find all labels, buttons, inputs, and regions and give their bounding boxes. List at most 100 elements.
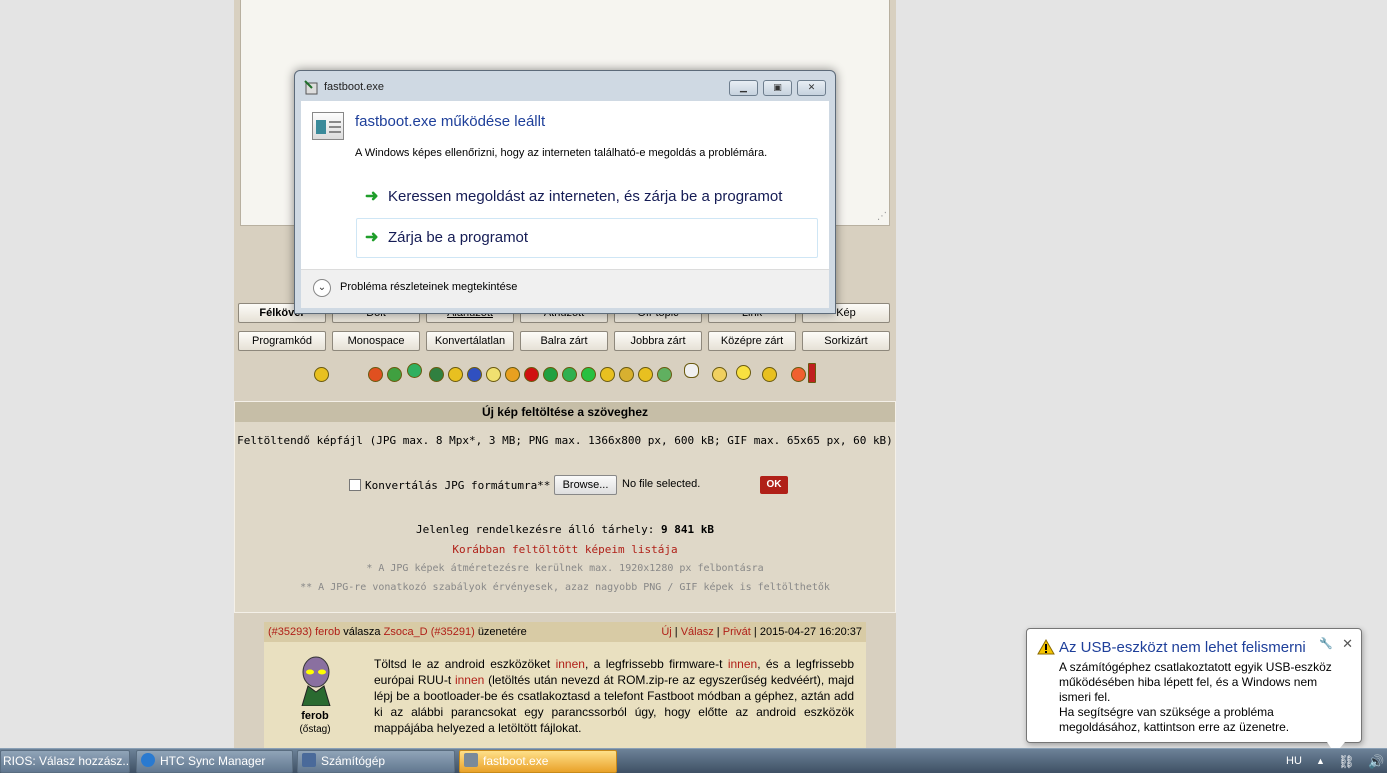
taskbar-item-htc-sync[interactable]: HTC Sync Manager [136, 750, 293, 773]
smiley-icon[interactable] [762, 367, 777, 382]
minimize-button[interactable]: ▁ [729, 80, 758, 96]
monospace-button[interactable]: Monospace [332, 331, 420, 351]
ruu-link[interactable]: innen [455, 673, 484, 687]
new-post-link[interactable]: Új [661, 626, 671, 638]
author-link[interactable]: ferob [315, 626, 340, 638]
private-link[interactable]: Privát [723, 626, 751, 638]
align-center-button[interactable]: Középre zárt [708, 331, 796, 351]
convert-jpg-checkbox[interactable] [349, 479, 361, 491]
upload-header: Új kép feltöltése a szöveghez [235, 402, 895, 422]
usb-device-icon[interactable]: ⛓ [1338, 749, 1355, 773]
smiley-icon[interactable] [448, 367, 463, 382]
smiley-icon[interactable] [808, 363, 816, 383]
my-images-link[interactable]: Korábban feltöltött képeim listája [235, 543, 895, 556]
reply-to-id-link[interactable]: (#35291) [431, 626, 475, 638]
post-text: , a legfrissebb firmware-t [584, 657, 728, 671]
user-rank: (őstag) [299, 724, 331, 735]
search-solution-label: Keressen megoldást az interneten, és zár… [388, 188, 783, 205]
wrench-icon[interactable]: 🔧 [1319, 637, 1333, 650]
smiley-icon[interactable] [657, 367, 672, 382]
balloon-title: Az USB-eszközt nem lehet felismerni [1059, 639, 1306, 656]
dialog-heading: fastboot.exe működése leállt [355, 113, 546, 130]
upload-ok-button[interactable]: OK [760, 476, 788, 494]
unconverted-button[interactable]: Konvertálatlan [426, 331, 514, 351]
warning-icon [1037, 639, 1055, 655]
smiley-icon[interactable] [712, 367, 727, 382]
browse-button[interactable]: Browse... [554, 475, 617, 495]
smiley-icon[interactable] [429, 367, 444, 382]
chevron-down-icon[interactable]: ⌄ [313, 279, 331, 297]
reply-to-link[interactable]: Zsoca_D [384, 626, 428, 638]
taskbar-item-browser[interactable]: RIOS: Válasz hozzász... [0, 750, 130, 773]
post-header: (#35293) ferob válasza Zsoca_D (#35291) … [264, 622, 866, 642]
smiley-icon[interactable] [467, 367, 482, 382]
taskbar-item-label: RIOS: Válasz hozzász... [3, 754, 130, 768]
taskbar-item-label: Számítógép [321, 754, 386, 768]
language-indicator[interactable]: HU [1286, 749, 1302, 773]
resize-grip-icon[interactable]: ⋰ [875, 211, 887, 223]
firmware-link[interactable]: innen [728, 657, 757, 671]
volume-icon[interactable]: 🔊 [1368, 749, 1384, 773]
close-program-label: Zárja be a programot [388, 229, 529, 246]
details-toggle[interactable]: ⌄ Probléma részleteinek megtekintése [301, 269, 829, 308]
taskbar-item-computer[interactable]: Számítógép [297, 750, 455, 773]
convert-jpg-label: Konvertálás JPG formátumra** [365, 479, 551, 492]
post-body: Töltsd le az android eszközöket innen, a… [374, 656, 854, 736]
smiley-icon[interactable] [562, 367, 577, 382]
post-id-link[interactable]: (#35293) [268, 626, 312, 638]
smiley-icon[interactable] [736, 365, 751, 380]
show-hidden-icons[interactable]: ▲ [1316, 749, 1325, 773]
app-title-icon [304, 80, 318, 95]
maximize-button[interactable]: ▣ [763, 80, 792, 96]
storage-value: 9 841 kB [661, 523, 715, 536]
smiley-bar [234, 360, 896, 390]
user-name[interactable]: ferob [264, 710, 366, 722]
smiley-icon[interactable] [543, 367, 558, 382]
usb-notification-balloon[interactable]: Az USB-eszközt nem lehet felismerni 🔧 ✕ … [1026, 628, 1362, 754]
close-button[interactable]: ✕ [797, 80, 826, 96]
reply-link[interactable]: Válasz [681, 626, 714, 638]
smiley-icon[interactable] [524, 367, 539, 382]
smiley-icon[interactable] [684, 363, 699, 378]
code-button[interactable]: Programkód [238, 331, 326, 351]
arrow-right-icon: ➜ [365, 229, 379, 246]
balloon-line-2: Ha segítségre van szüksége a probléma me… [1059, 705, 1290, 734]
dialog-message: A Windows képes ellenőrizni, hogy az int… [355, 147, 768, 159]
tools-link[interactable]: innen [556, 657, 585, 671]
smiley-icon[interactable] [638, 367, 653, 382]
forum-post: (#35293) ferob válasza Zsoca_D (#35291) … [264, 622, 866, 748]
storage-line: Jelenleg rendelkezésre álló tárhely: 9 8… [235, 523, 895, 536]
smiley-icon[interactable] [486, 367, 501, 382]
smiley-icon[interactable] [314, 367, 329, 382]
user-avatar[interactable] [296, 656, 336, 706]
dialog-content: fastboot.exe működése leállt A Windows k… [301, 101, 829, 308]
taskbar-item-fastboot[interactable]: fastboot.exe [459, 750, 617, 773]
align-left-button[interactable]: Balra zárt [520, 331, 608, 351]
smiley-icon[interactable] [619, 367, 634, 382]
reply-word: válasza [343, 626, 381, 638]
close-icon[interactable]: ✕ [1342, 637, 1353, 652]
smiley-icon[interactable] [600, 367, 615, 382]
convert-jpg-row[interactable]: Konvertálás JPG formátumra** [349, 479, 551, 492]
close-program-option[interactable]: ➜ Zárja be a programot [356, 218, 818, 258]
smiley-icon[interactable] [791, 367, 806, 382]
smiley-icon[interactable] [387, 367, 402, 382]
search-solution-option[interactable]: ➜ Keressen megoldást az interneten, és z… [356, 177, 818, 217]
smiley-icon[interactable] [407, 363, 422, 378]
jpg-note: * A JPG képek átméretezésre kerülnek max… [366, 563, 764, 574]
details-label: Probléma részleteinek megtekintése [340, 281, 518, 293]
post-actions: Új | Válasz | Privát | 2015-04-27 16:20:… [661, 626, 862, 638]
smiley-icon[interactable] [581, 367, 596, 382]
smiley-icon[interactable] [368, 367, 383, 382]
upload-file-info: Feltöltendő képfájl (JPG max. 8 Mpx*, 3 … [237, 434, 893, 447]
program-window-icon [312, 112, 344, 140]
smiley-icon[interactable] [505, 367, 520, 382]
taskbar-item-label: fastboot.exe [483, 754, 549, 768]
png-gif-note: ** A JPG-re vonatkozó szabályok érvényes… [300, 582, 830, 593]
align-right-button[interactable]: Jobbra zárt [614, 331, 702, 351]
dialog-title: fastboot.exe [324, 81, 384, 93]
format-toolbar-row2: Programkód Monospace Konvertálatlan Balr… [238, 331, 890, 351]
fastboot-icon [464, 753, 478, 767]
dialog-titlebar[interactable]: fastboot.exe ▁ ▣ ✕ [295, 71, 835, 101]
justify-button[interactable]: Sorkizárt [802, 331, 890, 351]
